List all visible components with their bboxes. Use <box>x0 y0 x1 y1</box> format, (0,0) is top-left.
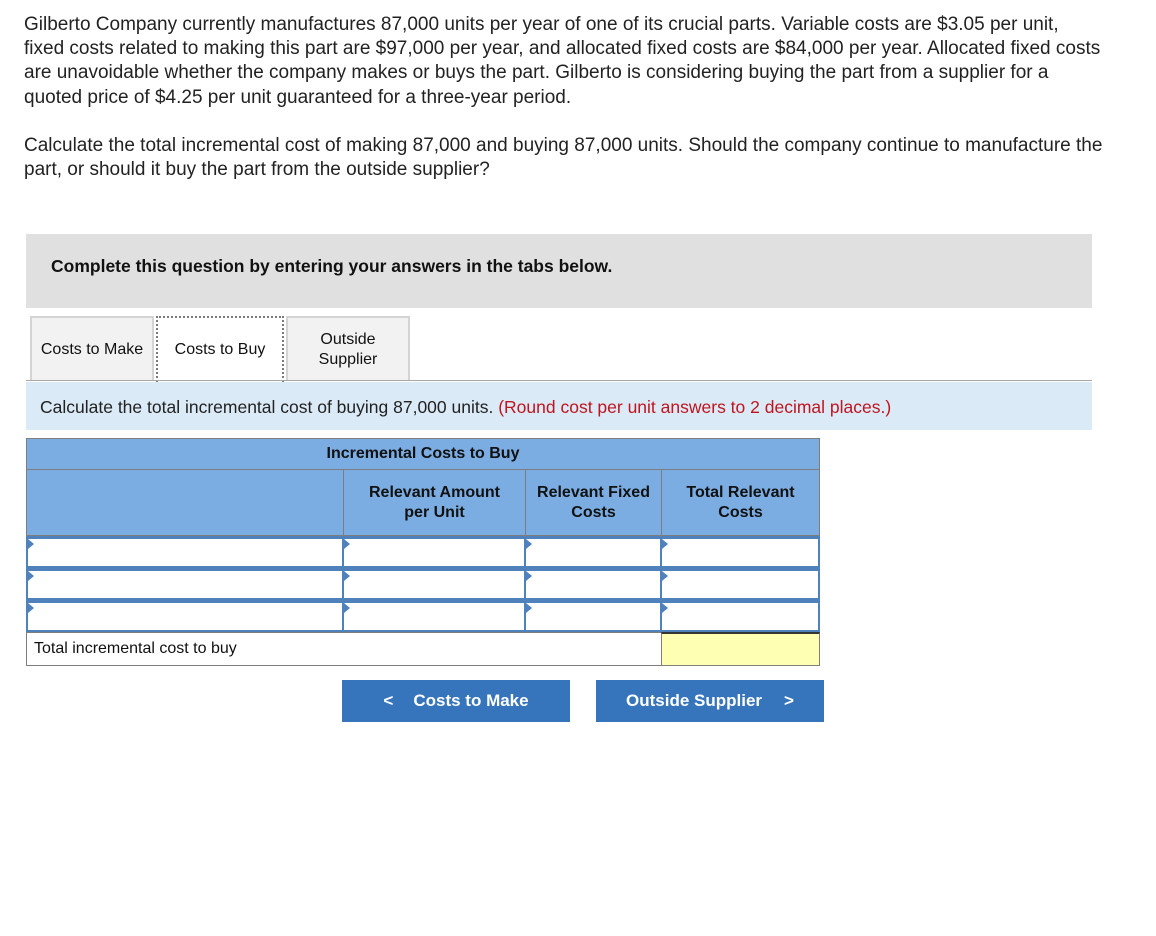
header-description <box>26 470 343 536</box>
header-relevant-fixed-costs: Relevant Fixed Costs <box>525 470 661 536</box>
tab-label: Costs to Buy <box>174 341 266 358</box>
prev-costs-to-make-button[interactable]: < Costs to Make <box>342 680 570 722</box>
row-2-fixed-costs-input[interactable] <box>526 571 660 598</box>
row-1-description-input[interactable] <box>28 539 342 566</box>
problem-paragraph-2: Calculate the total incremental cost of … <box>24 134 1103 181</box>
total-incremental-cost-input[interactable] <box>661 632 820 666</box>
header-total-relevant-costs: Total Relevant Costs <box>661 470 820 536</box>
tab-costs-to-buy[interactable]: Costs to Buy <box>156 316 284 382</box>
table-row <box>26 568 820 600</box>
row-1-total-relevant-input[interactable] <box>662 539 818 566</box>
prompt-main: Calculate the total incremental cost of … <box>40 397 494 417</box>
problem-paragraph-1: Gilberto Company currently manufactures … <box>24 14 1101 108</box>
problem-statement: Gilberto Company currently manufactures … <box>24 13 1104 182</box>
tab-costs-to-make[interactable]: Costs to Make <box>30 316 154 381</box>
rounding-note: (Round cost per unit answers to 2 decima… <box>498 397 892 417</box>
row-3-amount-per-unit-input[interactable] <box>344 603 524 630</box>
table-title: Incremental Costs to Buy <box>26 438 820 470</box>
row-3-fixed-costs-input[interactable] <box>526 603 660 630</box>
row-2-description-input[interactable] <box>28 571 342 598</box>
prompt-banner: Calculate the total incremental cost of … <box>26 382 1092 430</box>
chevron-right-icon: > <box>784 691 794 710</box>
row-3-description-input[interactable] <box>28 603 342 630</box>
tab-outside-supplier[interactable]: Outside Supplier <box>286 316 410 381</box>
table-header-row: Relevant Amount per Unit Relevant Fixed … <box>26 470 820 536</box>
instruction-text: Complete this question by entering your … <box>51 256 613 276</box>
row-3-total-relevant-input[interactable] <box>662 603 818 630</box>
prev-button-label: Costs to Make <box>413 691 529 710</box>
incremental-costs-table: Incremental Costs to Buy Relevant Amount… <box>26 438 820 666</box>
row-2-amount-per-unit-input[interactable] <box>344 571 524 598</box>
row-2-total-relevant-input[interactable] <box>662 571 818 598</box>
tab-label: Outside Supplier <box>318 330 378 368</box>
row-1-amount-per-unit-input[interactable] <box>344 539 524 566</box>
chevron-left-icon: < <box>383 691 394 710</box>
total-row: Total incremental cost to buy <box>26 632 820 666</box>
table-row <box>26 536 820 568</box>
next-button-label: Outside Supplier <box>626 691 763 710</box>
tab-label: Costs to Make <box>40 340 144 358</box>
tab-divider <box>26 380 1092 381</box>
next-outside-supplier-button[interactable]: Outside Supplier > <box>596 680 824 722</box>
header-relevant-amount-per-unit: Relevant Amount per Unit <box>343 470 525 536</box>
table-row <box>26 600 820 632</box>
total-incremental-cost-label: Total incremental cost to buy <box>26 632 661 666</box>
instruction-banner: Complete this question by entering your … <box>26 234 1092 308</box>
prompt-text: Calculate the total incremental cost of … <box>40 397 891 418</box>
row-1-fixed-costs-input[interactable] <box>526 539 660 566</box>
